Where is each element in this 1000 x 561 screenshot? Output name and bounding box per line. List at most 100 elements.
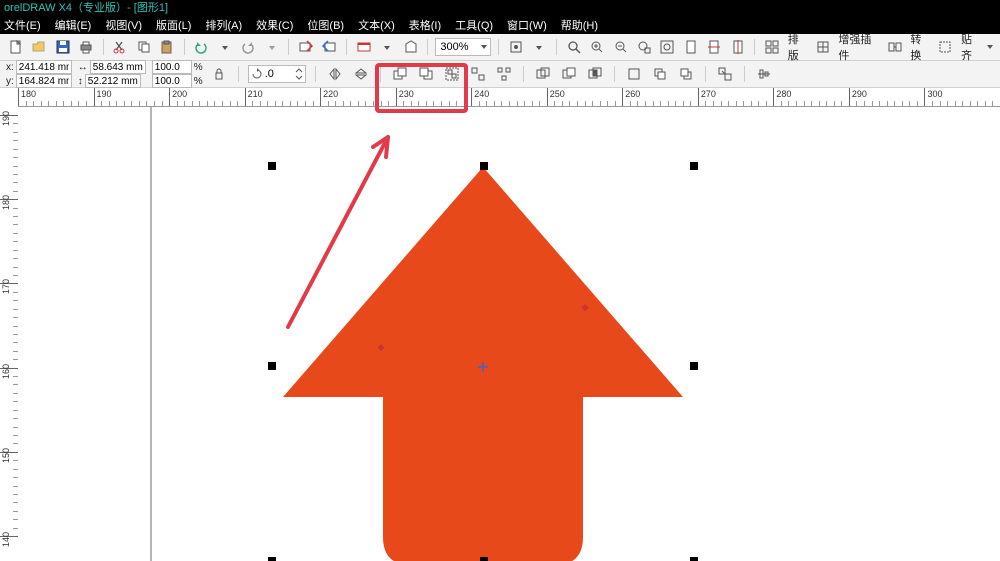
separator xyxy=(556,39,557,55)
lock-ratio-button[interactable] xyxy=(209,64,229,84)
width-icon: ↔ xyxy=(78,62,88,73)
app-launcher-button[interactable] xyxy=(354,37,373,57)
menu-effects[interactable]: 效果(C) xyxy=(256,17,293,33)
zoom-in-icon[interactable] xyxy=(588,37,607,57)
enhance-icon[interactable] xyxy=(813,37,832,57)
group-button[interactable] xyxy=(442,64,462,84)
handle-nw[interactable] xyxy=(268,162,276,170)
layout-label[interactable]: 排版 xyxy=(788,31,809,63)
handle-sw[interactable] xyxy=(268,557,276,561)
redo-drop-icon[interactable] xyxy=(262,37,281,57)
zoom-combo[interactable] xyxy=(435,38,491,56)
welcome-button[interactable] xyxy=(401,37,420,57)
zoom-input[interactable] xyxy=(438,40,480,54)
zoom-out-icon[interactable] xyxy=(611,37,630,57)
to-front-button[interactable] xyxy=(390,64,410,84)
canvas[interactable] xyxy=(18,107,1000,561)
separator xyxy=(315,66,316,82)
convert-icon[interactable] xyxy=(885,37,904,57)
snap-drop-icon[interactable] xyxy=(530,37,549,57)
undo-button[interactable] xyxy=(192,37,211,57)
menu-edit[interactable]: 编辑(E) xyxy=(55,17,92,33)
ungroup-button[interactable] xyxy=(468,64,488,84)
convert-label[interactable]: 转换 xyxy=(910,31,931,63)
guide-line[interactable] xyxy=(150,107,152,561)
y-icon: y: xyxy=(6,76,14,87)
sy-input[interactable] xyxy=(152,74,192,88)
menu-text[interactable]: 文本(X) xyxy=(358,17,395,33)
snap-toggle-button[interactable] xyxy=(506,37,525,57)
ruler-vertical[interactable]: 190180170160150140 xyxy=(0,107,19,561)
import-button[interactable] xyxy=(296,37,315,57)
zoom-tool-icon[interactable] xyxy=(564,37,583,57)
paste-button[interactable] xyxy=(157,37,176,57)
handle-s[interactable] xyxy=(480,557,488,561)
rotation-input[interactable] xyxy=(263,67,295,81)
back-minus-front-button[interactable] xyxy=(676,64,696,84)
chevron-down-icon[interactable] xyxy=(480,41,488,53)
menu-arrange[interactable]: 排列(A) xyxy=(205,17,242,33)
menu-table[interactable]: 表格(I) xyxy=(409,17,441,33)
export-button[interactable] xyxy=(320,37,339,57)
handle-n[interactable] xyxy=(480,162,488,170)
menu-help[interactable]: 帮助(H) xyxy=(561,17,598,33)
intersect-button[interactable] xyxy=(585,64,605,84)
simplify-button[interactable] xyxy=(624,64,644,84)
h-input[interactable] xyxy=(85,74,141,88)
undo-drop-icon[interactable] xyxy=(215,37,234,57)
zoom-sel-icon[interactable] xyxy=(634,37,653,57)
x-input[interactable] xyxy=(16,60,72,74)
separator xyxy=(705,66,706,82)
menu-layout[interactable]: 版面(L) xyxy=(156,17,191,33)
arrow-shape[interactable] xyxy=(283,167,683,561)
w-input[interactable] xyxy=(90,60,146,74)
zoom-width-icon[interactable] xyxy=(705,37,724,57)
menu-tools[interactable]: 工具(Q) xyxy=(455,17,493,33)
layout-icon[interactable] xyxy=(762,37,781,57)
align-button[interactable] xyxy=(754,64,774,84)
zoom-all-icon[interactable] xyxy=(658,37,677,57)
trim-button[interactable] xyxy=(559,64,579,84)
snap-label[interactable]: 贴齐 xyxy=(961,31,982,63)
chevron-down-icon[interactable] xyxy=(986,41,994,53)
menu-view[interactable]: 视图(V) xyxy=(105,17,142,33)
new-button[interactable] xyxy=(6,37,25,57)
separator xyxy=(427,39,428,55)
print-button[interactable] xyxy=(76,37,95,57)
handle-ne[interactable] xyxy=(690,162,698,170)
weld-button[interactable] xyxy=(533,64,553,84)
spinner-icon[interactable] xyxy=(295,68,303,80)
ungroup-all-button[interactable] xyxy=(494,64,514,84)
enhance-label[interactable]: 增强插件 xyxy=(838,31,881,63)
workspace: 190180170160150140 xyxy=(0,107,1000,561)
separator xyxy=(523,66,524,82)
save-button[interactable] xyxy=(53,37,72,57)
combine-button[interactable] xyxy=(715,64,735,84)
open-button[interactable] xyxy=(29,37,48,57)
to-back-button[interactable] xyxy=(416,64,436,84)
cut-button[interactable] xyxy=(111,37,130,57)
handle-w[interactable] xyxy=(268,362,276,370)
menu-bitmap[interactable]: 位图(B) xyxy=(307,17,344,33)
app-drop-icon[interactable] xyxy=(378,37,397,57)
separator xyxy=(346,39,347,55)
separator xyxy=(754,39,755,55)
separator xyxy=(744,66,745,82)
y-input[interactable] xyxy=(16,74,72,88)
sx-input[interactable] xyxy=(152,60,192,74)
front-minus-back-button[interactable] xyxy=(650,64,670,84)
property-bar: x: y: ↔ ↕ % % xyxy=(0,61,1000,88)
rotation-field[interactable] xyxy=(248,65,306,83)
mirror-v-button[interactable] xyxy=(351,64,371,84)
zoom-page-icon[interactable] xyxy=(681,37,700,57)
handle-se[interactable] xyxy=(690,557,698,561)
menu-file[interactable]: 文件(E) xyxy=(4,17,41,33)
zoom-height-icon[interactable] xyxy=(728,37,747,57)
redo-button[interactable] xyxy=(239,37,258,57)
mirror-h-button[interactable] xyxy=(325,64,345,84)
ruler-horizontal[interactable]: 1801902002102202302402502602702802903003… xyxy=(18,88,1000,107)
copy-button[interactable] xyxy=(134,37,153,57)
snap-icon[interactable] xyxy=(936,37,955,57)
menu-window[interactable]: 窗口(W) xyxy=(507,17,547,33)
handle-e[interactable] xyxy=(690,362,698,370)
